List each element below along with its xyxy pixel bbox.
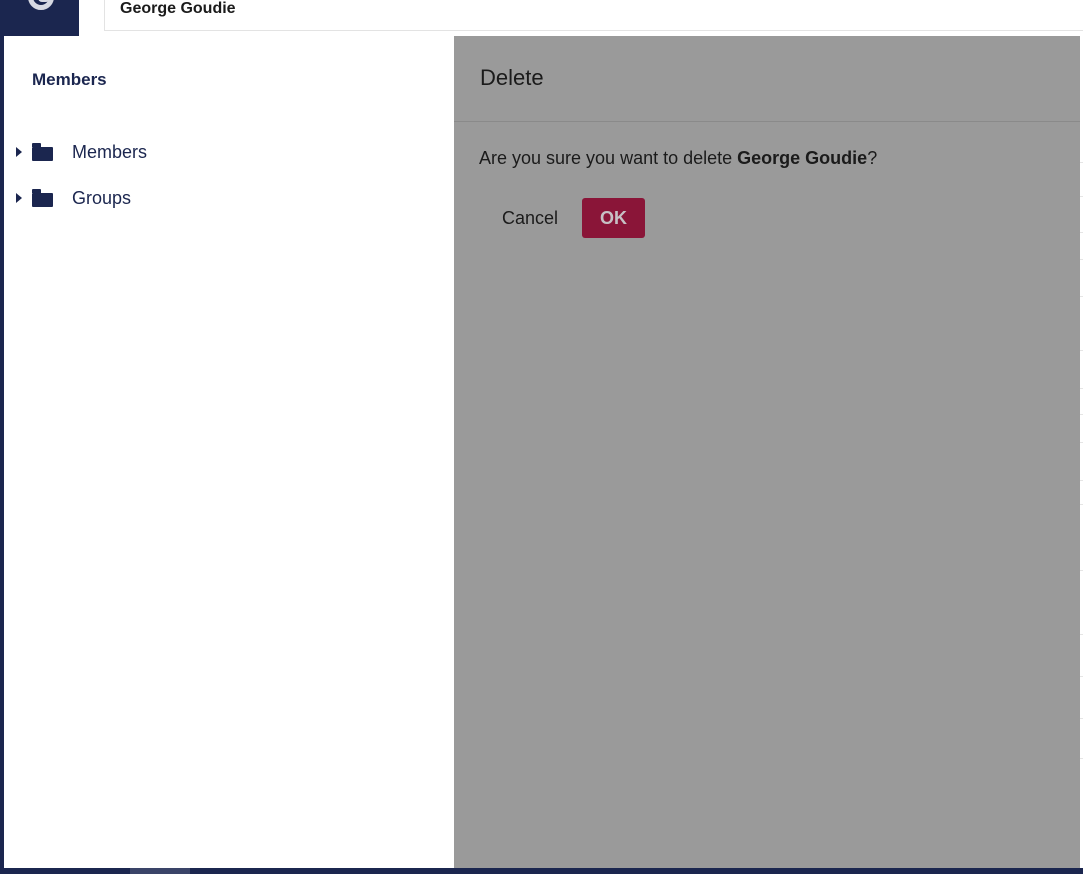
cancel-button[interactable]: Cancel: [492, 198, 568, 238]
umbraco-logo-icon: [28, 0, 54, 10]
message-prefix: Are you sure you want to delete: [479, 148, 738, 168]
caret-right-icon[interactable]: [16, 193, 22, 203]
tree-item-label: Groups: [72, 187, 132, 208]
app-window: George Goudie Members Members Groups Del…: [0, 0, 1083, 874]
member-name-field[interactable]: George Goudie: [104, 0, 1083, 31]
tree-title: Members: [32, 70, 107, 89]
folder-icon: [32, 142, 53, 161]
message-suffix: ?: [867, 148, 878, 168]
folder-icon: [32, 188, 53, 207]
member-name-value: George Goudie: [120, 0, 236, 17]
message-target-name: George Goudie: [737, 148, 868, 168]
tree-item-members[interactable]: Members: [16, 140, 147, 164]
members-tree-panel: Members Members Groups: [4, 36, 454, 868]
ok-button[interactable]: OK: [582, 198, 645, 238]
tree-item-groups[interactable]: Groups: [16, 186, 131, 210]
bottom-tab[interactable]: [130, 868, 190, 874]
dialog-header: Delete: [454, 36, 1080, 122]
dialog-title: Delete: [480, 65, 544, 90]
tree-item-label: Members: [72, 141, 148, 162]
delete-dialog: Delete Are you sure you want to delete G…: [454, 36, 1080, 868]
dialog-message: Are you sure you want to delete George G…: [479, 148, 877, 169]
logo-button[interactable]: [0, 0, 79, 36]
caret-right-icon[interactable]: [16, 147, 22, 157]
